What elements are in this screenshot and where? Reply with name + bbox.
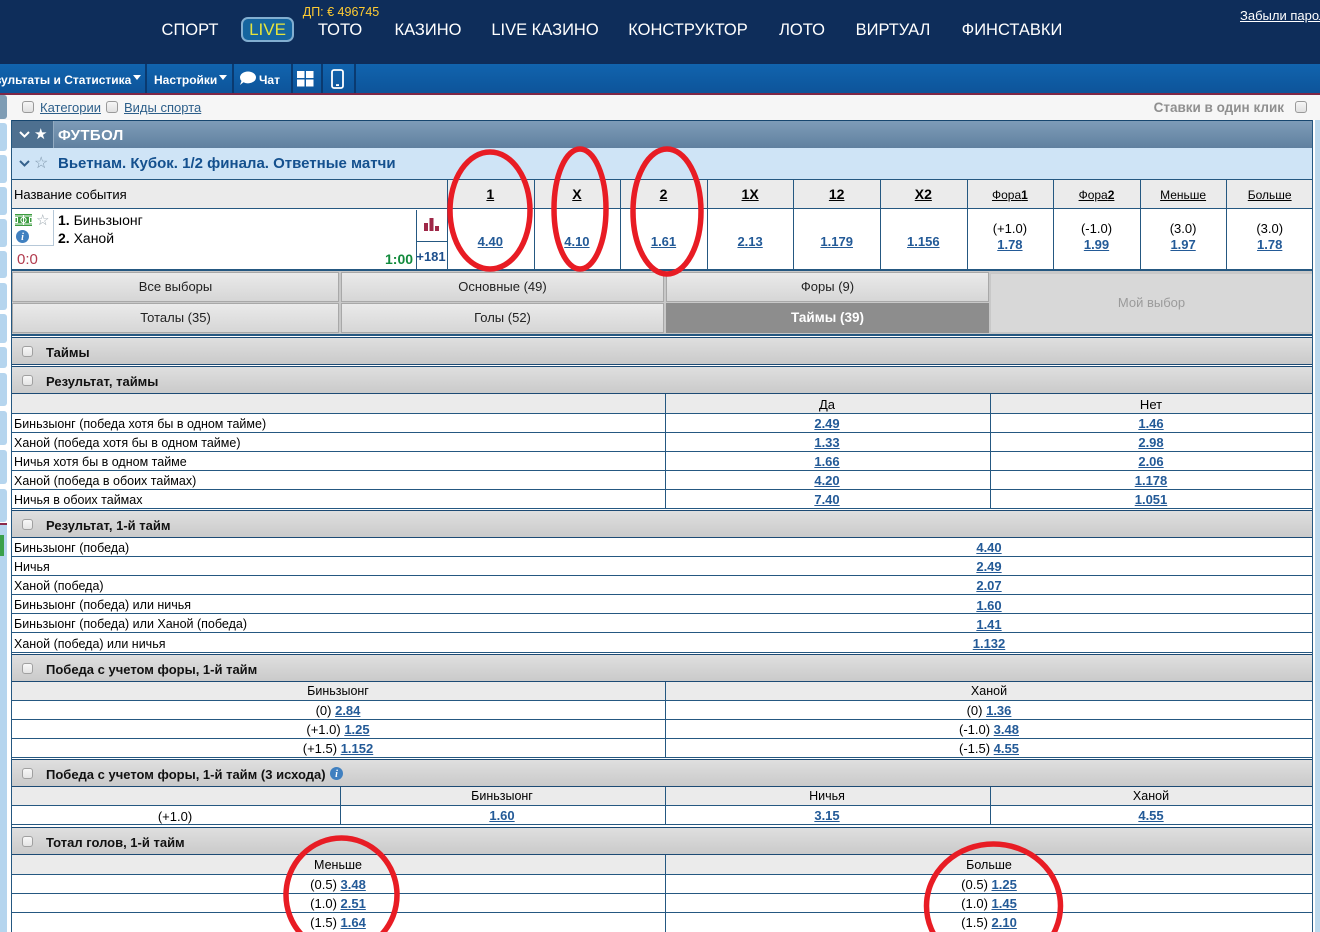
- svg-text:i: i: [21, 232, 24, 243]
- svg-text:i: i: [335, 769, 338, 780]
